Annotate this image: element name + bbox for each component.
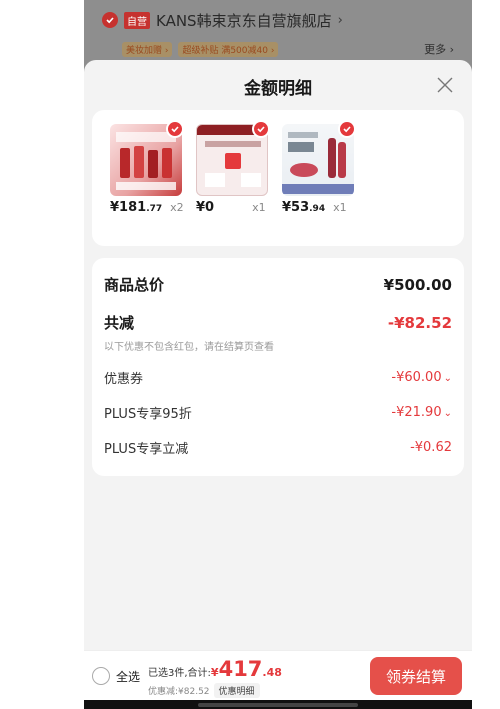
chevron-right-icon: › [337,12,343,28]
amount-detail-card: 商品总价 ¥500.00 共减 -¥82.52 以下优惠不包含红包，请在结算页查… [92,258,464,476]
promo-more-link: 更多 › [424,43,454,56]
promo-tag: 超级补贴 满500减40 › [178,41,279,57]
store-name: KANS韩束京东自营旗舰店 [156,11,332,30]
total-symbol: ¥ [210,666,219,679]
home-indicator[interactable] [198,703,358,707]
plus-95-value: -¥21.90 [391,405,442,420]
discount-detail-button[interactable]: 优惠明细 [213,683,260,698]
product-quantity: x1 [252,201,266,214]
coupon-row[interactable]: 优惠券 -¥60.00 ⌄ [104,368,452,387]
price-integer: 53 [291,200,310,215]
price-decimal: .77 [146,204,163,214]
coupon-value: -¥60.00 [391,370,442,385]
price-symbol: ¥ [282,200,292,215]
home-bar [84,700,472,709]
plus-95-row[interactable]: PLUS专享95折 -¥21.90 ⌄ [104,403,452,422]
goods-total-row: 商品总价 ¥500.00 [104,274,452,295]
total-discount-label: 共减 [104,314,135,332]
product-item[interactable] [196,120,272,196]
products-card: ¥ 181 .77 x2 ¥ 0 x1 ¥ 53 .94 x1 [92,110,464,246]
discount-text: 优惠减:¥82.52 [148,687,210,697]
price-symbol: ¥ [196,200,206,215]
plus-instant-value: -¥0.62 [410,440,452,455]
close-icon[interactable] [436,76,454,94]
plus-instant-label: PLUS专享立减 [104,442,189,457]
product-quantity: x2 [170,201,184,214]
total-decimal: .48 [262,666,282,679]
total-summary: 已选3件,合计: ¥ 417 .48 [148,657,282,681]
plus-instant-row: PLUS专享立减 -¥0.62 [104,438,452,457]
checkout-button[interactable]: 领券结算 [370,657,462,695]
checkout-bar: 全选 已选3件,合计: ¥ 417 .48 优惠减:¥82.52 优惠明细 领券… [84,650,472,700]
product-price-line: ¥ 0 x1 [196,200,296,215]
total-discount-value: -¥82.52 [387,313,452,332]
store-header: 自营 KANS韩束京东自营旗舰店 › [102,8,343,32]
promo-row: 美妆加赠 › 超级补贴 满500减40 › 更多 › [122,40,454,58]
amount-detail-sheet: 金额明细 ¥ 181 .77 x2 ¥ 0 x1 ¥ 53 .94 x1 商品总… [84,60,472,709]
promo-tag: 美妆加赠 › [122,41,173,57]
coupon-label: 优惠券 [104,372,144,387]
product-quantity: x1 [333,201,347,214]
price-integer: 0 [205,200,215,215]
chevron-down-icon: ⌄ [443,373,452,384]
chevron-down-icon: ⌄ [443,408,452,419]
price-integer: 181 [119,200,147,215]
select-all-label[interactable]: 全选 [116,668,140,685]
total-integer: 417 [218,657,263,681]
price-decimal: .94 [309,204,326,214]
plus-95-label: PLUS专享95折 [104,407,192,422]
discount-note: 以下优惠不包含红包，请在结算页查看 [104,342,274,353]
product-item[interactable] [282,120,358,196]
selected-check-icon [338,120,356,138]
phone-screen: 自营 KANS韩束京东自营旗舰店 › 美妆加赠 › 超级补贴 满500减40 ›… [84,0,472,709]
goods-total-label: 商品总价 [104,276,165,294]
store-check-icon [102,12,118,28]
goods-total-value: ¥500.00 [383,275,452,294]
discount-line: 优惠减:¥82.52 优惠明细 [148,683,260,698]
selected-check-icon [252,120,270,138]
select-all-radio[interactable] [92,667,110,685]
selected-summary: 已选3件,合计: [148,668,211,679]
price-symbol: ¥ [110,200,120,215]
sheet-title: 金额明细 [244,79,312,99]
self-operated-tag: 自营 [124,11,150,29]
product-item[interactable] [110,120,186,196]
total-discount-row: 共减 -¥82.52 [104,312,452,333]
product-price-line: ¥ 53 .94 x1 [282,200,382,215]
selected-check-icon [166,120,184,138]
product-price-line: ¥ 181 .77 x2 [110,200,210,215]
